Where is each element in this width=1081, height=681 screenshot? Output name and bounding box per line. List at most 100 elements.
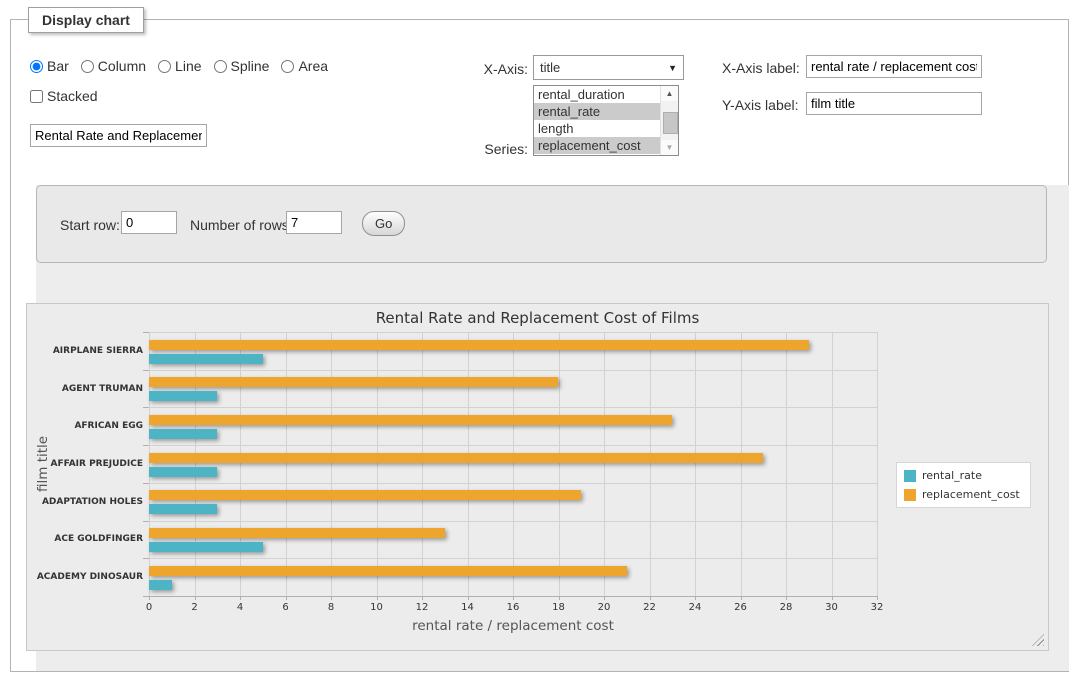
- series-multiselect[interactable]: ▲ ▼ rental_durationrental_ratelengthrepl…: [533, 85, 679, 156]
- radio-input-spline[interactable]: [214, 60, 227, 73]
- gridline: [832, 332, 833, 596]
- bar-rental_rate[interactable]: [149, 429, 217, 439]
- bar-replacement_cost[interactable]: [149, 528, 445, 538]
- go-button[interactable]: Go: [362, 211, 405, 236]
- bar-rental_rate[interactable]: [149, 391, 217, 401]
- x-tick-label: 32: [857, 602, 897, 613]
- y-axis-tick: [143, 332, 149, 333]
- category-label: AFFAIR PREJUDICE: [0, 459, 143, 469]
- x-axis-tick: [832, 596, 833, 600]
- x-axis-tick: [240, 596, 241, 600]
- radio-spline[interactable]: Spline: [214, 58, 270, 74]
- x-tick-label: 12: [402, 602, 442, 613]
- bar-rental_rate[interactable]: [149, 467, 217, 477]
- bar-replacement_cost[interactable]: [149, 377, 558, 387]
- bar-replacement_cost[interactable]: [149, 340, 809, 350]
- radio-input-bar[interactable]: [30, 60, 43, 73]
- radio-label: Area: [298, 58, 328, 74]
- x-axis-tick: [286, 596, 287, 600]
- scroll-up-button[interactable]: ▲: [661, 86, 678, 101]
- category-label: AGENT TRUMAN: [0, 384, 143, 394]
- x-tick-label: 10: [357, 602, 397, 613]
- x-axis-tick: [149, 596, 150, 600]
- series-label: Series:: [430, 141, 528, 157]
- radio-line[interactable]: Line: [158, 58, 201, 74]
- option-rental_duration[interactable]: rental_duration: [534, 86, 661, 103]
- x-axis-tick: [604, 596, 605, 600]
- scroll-down-button[interactable]: ▼: [661, 140, 678, 155]
- legend-item-replacement_cost[interactable]: replacement_cost: [904, 488, 1020, 501]
- number-of-rows-input[interactable]: [286, 211, 342, 234]
- bar-rental_rate[interactable]: [149, 542, 263, 552]
- gridline: [877, 332, 878, 596]
- radio-label: Bar: [47, 58, 69, 74]
- option-rental_rate[interactable]: rental_rate: [534, 103, 661, 120]
- chart-title-input[interactable]: [30, 124, 207, 147]
- legend-label: rental_rate: [922, 469, 982, 482]
- x-tick-label: 4: [220, 602, 260, 613]
- yaxis-label-input[interactable]: [806, 92, 982, 115]
- y-axis-tick: [143, 521, 149, 522]
- bar-replacement_cost[interactable]: [149, 566, 627, 576]
- x-axis-tick: [650, 596, 651, 600]
- gridline: [786, 332, 787, 596]
- scroll-thumb[interactable]: [663, 112, 678, 134]
- stacked-label: Stacked: [47, 88, 98, 104]
- category-label: ADAPTATION HOLES: [0, 497, 143, 507]
- gridline: [149, 407, 877, 408]
- gridline: [559, 332, 560, 596]
- radio-input-line[interactable]: [158, 60, 171, 73]
- stacked-row: Stacked: [30, 88, 98, 104]
- option-replacement_cost[interactable]: replacement_cost: [534, 137, 661, 154]
- y-axis-tick: [143, 483, 149, 484]
- gridline: [149, 558, 877, 559]
- page: { "form": { "legend": "Display chart", "…: [0, 0, 1081, 681]
- resize-handle[interactable]: [1032, 634, 1044, 646]
- radio-input-area[interactable]: [281, 60, 294, 73]
- number-of-rows-label: Number of rows:: [190, 217, 293, 233]
- bar-replacement_cost[interactable]: [149, 490, 581, 500]
- radio-column[interactable]: Column: [81, 58, 146, 74]
- y-axis-tick: [143, 370, 149, 371]
- category-label: AIRPLANE SIERRA: [0, 346, 143, 356]
- gridline: [377, 332, 378, 596]
- yaxis-text-label: Y-Axis label:: [722, 97, 804, 113]
- bar-rental_rate[interactable]: [149, 354, 263, 364]
- gridline: [240, 332, 241, 596]
- x-tick-label: 30: [812, 602, 852, 613]
- bar-replacement_cost[interactable]: [149, 453, 763, 463]
- x-axis-tick: [559, 596, 560, 600]
- series-scrollbar[interactable]: ▲ ▼: [660, 86, 678, 155]
- x-axis-tick: [331, 596, 332, 600]
- y-axis-title: film title: [35, 332, 51, 596]
- gridline: [149, 332, 150, 596]
- xaxis-select-value: title: [540, 60, 560, 75]
- start-row-input[interactable]: [121, 211, 177, 234]
- y-axis-tick: [143, 445, 149, 446]
- xaxis-label-input[interactable]: [806, 55, 982, 78]
- x-axis-tick: [422, 596, 423, 600]
- radio-input-column[interactable]: [81, 60, 94, 73]
- chart-type-group: Bar Column Line Spline Area: [30, 58, 336, 74]
- radio-label: Line: [175, 58, 201, 74]
- x-tick-label: 28: [766, 602, 806, 613]
- category-label: ACE GOLDFINGER: [0, 534, 143, 544]
- radio-bar[interactable]: Bar: [30, 58, 69, 74]
- bar-rental_rate[interactable]: [149, 580, 172, 590]
- bar-replacement_cost[interactable]: [149, 415, 672, 425]
- xaxis-label: X-Axis:: [430, 61, 528, 77]
- radio-area[interactable]: Area: [281, 58, 328, 74]
- chevron-down-icon: ▼: [668, 63, 677, 73]
- xaxis-select[interactable]: title ▼: [533, 55, 684, 80]
- legend-item-rental_rate[interactable]: rental_rate: [904, 469, 1020, 482]
- gridline: [422, 332, 423, 596]
- stacked-checkbox[interactable]: [30, 90, 43, 103]
- option-length[interactable]: length: [534, 120, 661, 137]
- x-tick-label: 6: [266, 602, 306, 613]
- gridline: [331, 332, 332, 596]
- radio-label: Column: [98, 58, 146, 74]
- x-axis-tick: [695, 596, 696, 600]
- gridline: [604, 332, 605, 596]
- gridline: [149, 332, 877, 333]
- bar-rental_rate[interactable]: [149, 504, 217, 514]
